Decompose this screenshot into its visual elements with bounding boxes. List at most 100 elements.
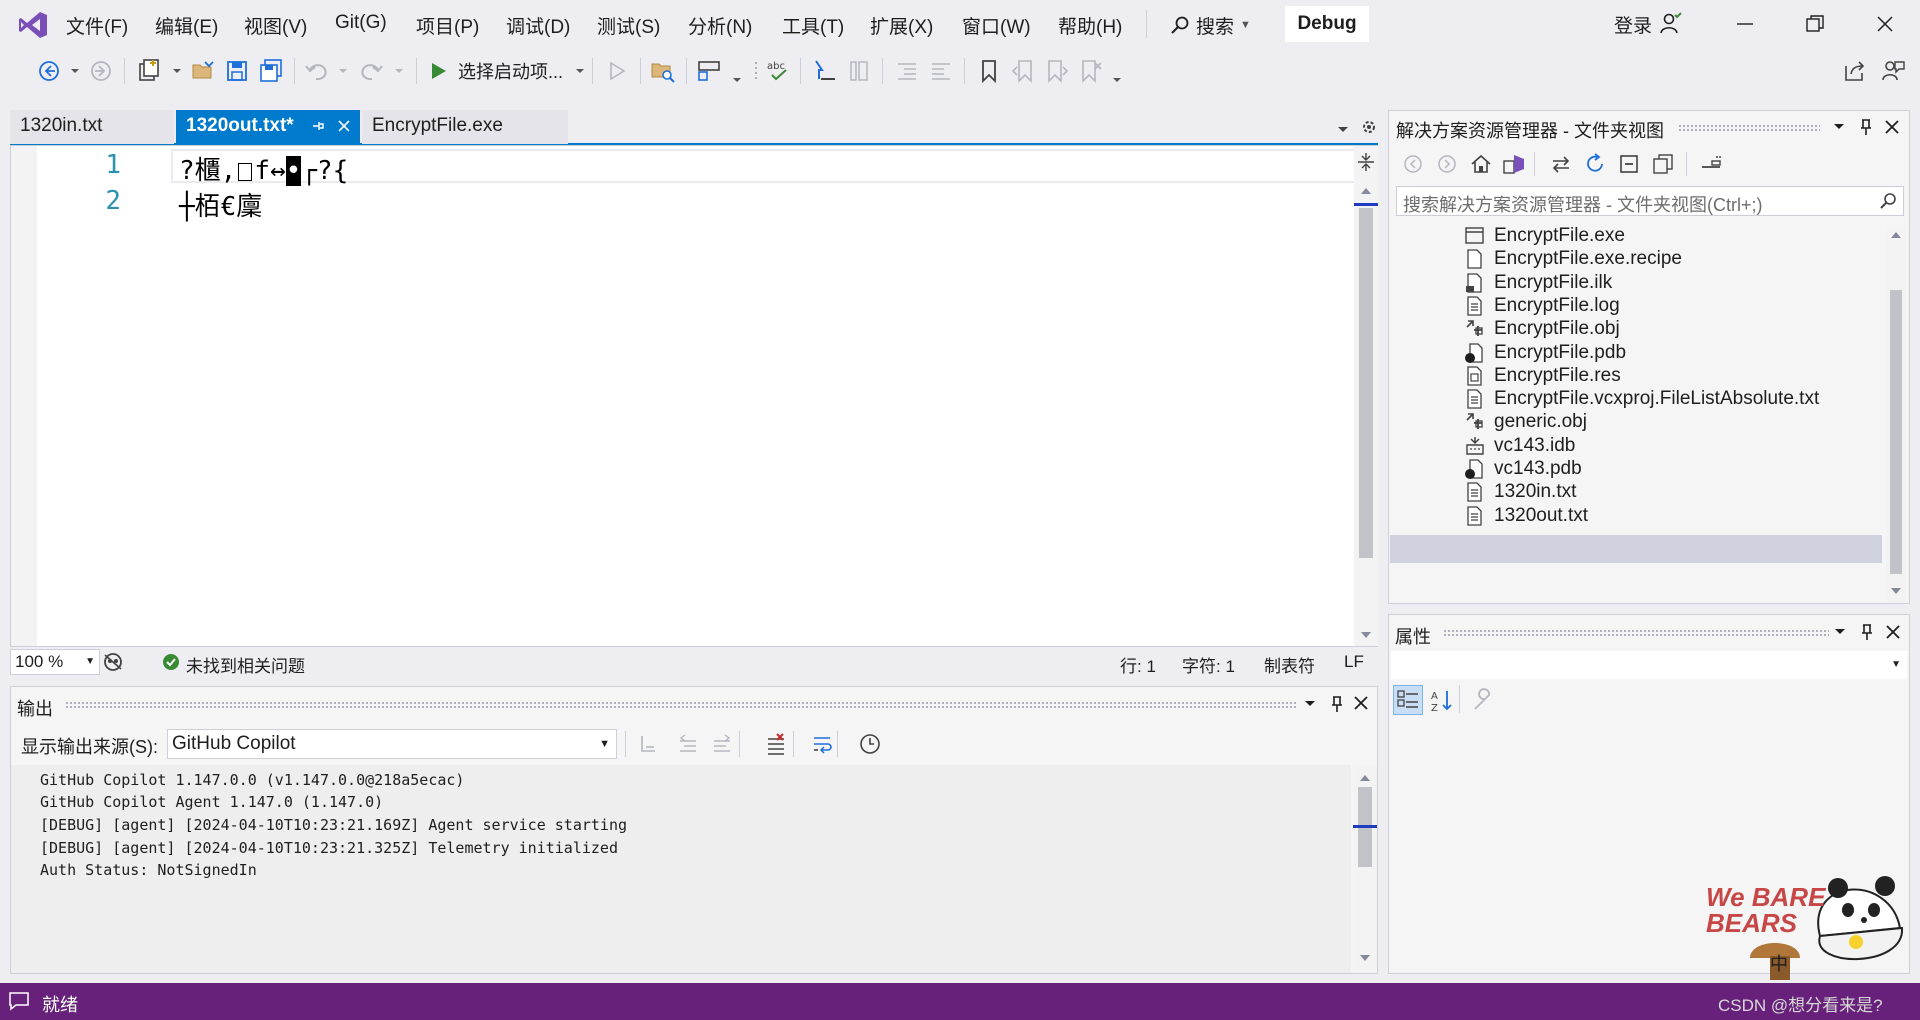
char-indicator[interactable]: 字符: 1 — [1182, 652, 1235, 677]
scroll-up-icon[interactable] — [1890, 230, 1902, 240]
chevron-down-icon[interactable] — [170, 58, 184, 84]
forward-icon[interactable] — [88, 58, 114, 84]
close-panel-icon[interactable] — [1885, 624, 1901, 640]
scroll-down-icon[interactable] — [1890, 586, 1902, 596]
menu-extensions[interactable]: 扩展(X) — [870, 12, 933, 39]
solution-search-input[interactable]: 搜索解决方案资源管理器 - 文件夹视图(Ctrl+;) — [1396, 186, 1904, 216]
undo-icon[interactable] — [304, 58, 330, 84]
scroll-up-icon[interactable] — [1359, 773, 1371, 783]
line-indicator[interactable]: 行: 1 — [1120, 652, 1156, 677]
chevron-down-icon[interactable] — [392, 58, 406, 84]
sync-with-document-icon[interactable] — [1550, 153, 1572, 175]
close-panel-icon[interactable] — [1353, 695, 1369, 711]
start-debug-button[interactable]: 选择启动项... — [428, 56, 587, 86]
home-icon[interactable] — [1470, 153, 1492, 175]
panel-menu-chevron-icon[interactable] — [1832, 120, 1846, 134]
visual-studio-logo-icon[interactable] — [18, 10, 48, 40]
feedback-icon[interactable] — [1880, 58, 1906, 84]
tab-1320out[interactable]: 1320out.txt* — [176, 110, 360, 144]
vertical-scrollbar[interactable] — [1354, 146, 1378, 646]
panel-grip[interactable] — [1678, 124, 1820, 132]
close-tab-icon[interactable] — [336, 118, 352, 134]
notifications-icon[interactable] — [8, 991, 30, 1011]
scroll-down-icon[interactable] — [1360, 630, 1372, 640]
bookmark-icon[interactable] — [976, 58, 1002, 84]
eol-indicator[interactable]: LF — [1344, 652, 1364, 672]
pin-icon[interactable] — [310, 118, 326, 134]
collapse-all-icon[interactable] — [1618, 153, 1640, 175]
tab-overflow-chevron-icon[interactable] — [1336, 122, 1350, 136]
chevron-down-icon[interactable] — [1110, 58, 1124, 84]
tree-item[interactable]: 1320out.txt — [1494, 502, 1588, 530]
menu-project[interactable]: 项目(P) — [416, 12, 479, 39]
property-pages-wrench-icon[interactable] — [1469, 687, 1497, 715]
chevron-down-icon[interactable] — [730, 58, 744, 84]
panel-grip[interactable] — [65, 701, 1297, 709]
redo-icon[interactable] — [358, 58, 384, 84]
config-badge[interactable]: Debug — [1285, 6, 1369, 42]
properties-object-select[interactable]: ▼ — [1391, 651, 1907, 679]
switch-views-icon[interactable] — [1502, 153, 1526, 175]
tree-scrollbar[interactable] — [1886, 226, 1906, 602]
panel-menu-chevron-icon[interactable] — [1303, 697, 1317, 711]
previous-bookmark-icon[interactable] — [1010, 58, 1036, 84]
forward-icon[interactable] — [1436, 153, 1458, 175]
step-into-icon[interactable] — [812, 58, 838, 84]
login-link[interactable]: 登录 — [1614, 11, 1652, 38]
menu-help[interactable]: 帮助(H) — [1058, 12, 1122, 39]
step-over-icon[interactable] — [846, 58, 872, 84]
new-project-icon[interactable] — [136, 58, 162, 84]
code-line[interactable]: ┼栢€廩 — [179, 186, 262, 223]
back-icon[interactable] — [1402, 153, 1424, 175]
account-icon[interactable] — [1660, 12, 1682, 34]
scrollbar-thumb[interactable] — [1890, 290, 1902, 574]
start-without-debugging-icon[interactable] — [604, 58, 630, 84]
properties-wrench-icon[interactable] — [1700, 153, 1724, 175]
menu-analyze[interactable]: 分析(N) — [688, 12, 752, 39]
copilot-status-icon[interactable] — [102, 652, 124, 672]
ime-indicator[interactable]: 中 — [1770, 950, 1788, 976]
previous-message-icon[interactable] — [677, 733, 699, 755]
settings-gear-icon[interactable] — [1360, 118, 1378, 136]
pin-icon[interactable] — [1859, 623, 1875, 641]
next-message-icon[interactable] — [711, 733, 733, 755]
tab-encryptfile-exe[interactable]: EncryptFile.exe — [362, 110, 568, 144]
find-message-in-code-icon[interactable] — [637, 733, 659, 755]
indent-icon[interactable] — [928, 58, 954, 84]
tab-mode-indicator[interactable]: 制表符 — [1264, 652, 1315, 677]
next-bookmark-icon[interactable] — [1044, 58, 1070, 84]
menu-edit[interactable]: 编辑(E) — [155, 12, 218, 39]
panel-grip[interactable] — [1443, 629, 1829, 637]
zoom-dropdown[interactable]: 100 % ▼ — [10, 649, 100, 675]
panel-menu-chevron-icon[interactable] — [1833, 625, 1847, 639]
search-button[interactable]: 搜索 ▼ — [1170, 10, 1251, 40]
categorized-view-button[interactable] — [1393, 685, 1423, 715]
menu-test[interactable]: 测试(S) — [597, 12, 660, 39]
output-text-area[interactable]: GitHub Copilot 1.147.0.0 (v1.147.0.0@218… — [11, 765, 1351, 973]
scroll-up-icon[interactable] — [1360, 186, 1372, 196]
tab-1320in[interactable]: 1320in.txt — [10, 110, 174, 144]
scroll-down-icon[interactable] — [1359, 953, 1371, 963]
output-source-select[interactable]: GitHub Copilot ▼ — [167, 729, 617, 759]
menu-git[interactable]: Git(G) — [335, 12, 387, 34]
output-scrollbar[interactable] — [1353, 765, 1377, 973]
close-panel-icon[interactable] — [1884, 119, 1900, 135]
menu-file[interactable]: 文件(F) — [66, 12, 128, 39]
open-folder-icon[interactable] — [190, 58, 216, 84]
restore-icon[interactable] — [1805, 14, 1825, 34]
menu-tools[interactable]: 工具(T) — [782, 12, 844, 39]
share-icon[interactable] — [1842, 58, 1868, 84]
close-icon[interactable] — [1875, 14, 1895, 34]
alphabetical-sort-icon[interactable]: AZ — [1429, 687, 1457, 715]
pin-icon[interactable] — [1329, 695, 1345, 713]
spell-check-icon[interactable]: abc — [766, 58, 792, 84]
split-editor-icon[interactable] — [1356, 152, 1376, 172]
timestamp-clock-icon[interactable] — [859, 733, 881, 755]
issues-status[interactable]: 未找到相关问题 — [186, 652, 305, 677]
toggle-word-wrap-icon[interactable] — [811, 733, 833, 755]
show-all-files-icon[interactable] — [1652, 153, 1674, 175]
menu-view[interactable]: 视图(V) — [244, 12, 307, 39]
menu-debug[interactable]: 调试(D) — [506, 12, 570, 39]
clear-all-icon[interactable] — [765, 733, 787, 755]
pin-icon[interactable] — [1858, 118, 1874, 136]
